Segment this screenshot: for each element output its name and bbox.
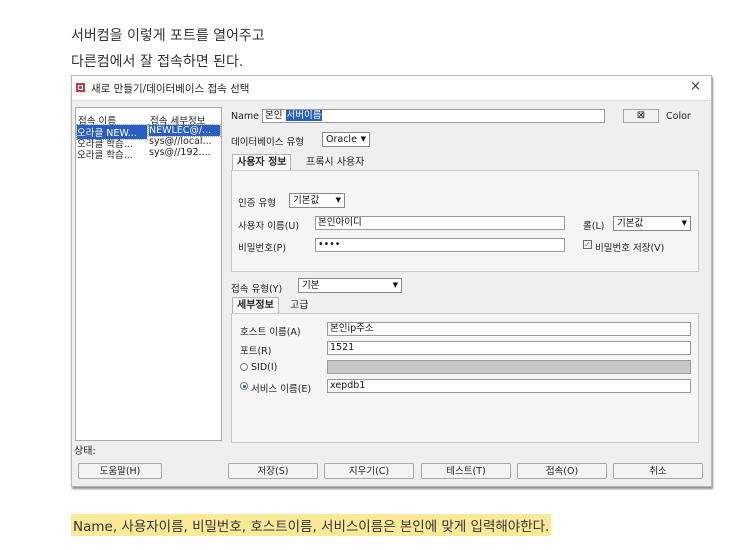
status-label: 상태: [74, 446, 96, 457]
help-button[interactable]: 도움말(H) [78, 463, 162, 479]
close-icon[interactable]: × [690, 79, 701, 94]
dialog-title: 새로 만들기/데이터베이스 접속 선택 [91, 83, 250, 95]
chevron-down-icon: ▼ [335, 196, 341, 204]
password-field[interactable]: •••• [315, 238, 565, 252]
port-label: 포트(R) [240, 346, 272, 357]
database-type-label: 데이터베이스 유형 [231, 137, 304, 148]
connect-button[interactable]: 접속(O) [517, 463, 607, 479]
chevron-down-icon: ▼ [681, 219, 687, 227]
username-label: 사용자 이름(U) [238, 221, 300, 232]
save-password-label: 비밀번호 저장(V) [595, 243, 665, 254]
clear-button[interactable]: 지우기(C) [324, 463, 414, 479]
tab-proxy-user[interactable]: 프록시 사용자 [302, 155, 368, 170]
article-line-2: 다른컴에서 잘 접속하면 된다. [71, 54, 244, 70]
role-label: 롤(L) [583, 221, 605, 232]
cancel-button[interactable]: 취소 [613, 463, 703, 479]
connection-type-label: 접속 유형(Y) [231, 284, 283, 295]
dialog-titlebar: 새로 만들기/데이터베이스 접속 선택 × [72, 76, 711, 101]
name-label: Name [231, 111, 260, 122]
database-connection-icon [76, 83, 85, 92]
connection-type-select[interactable]: 기본 ▼ [298, 278, 402, 293]
connection-name: 오라클 학습... [77, 150, 133, 161]
password-label: 비밀번호(P) [238, 243, 287, 254]
username-field[interactable]: 본인아이디 [315, 216, 565, 230]
color-label: Color [666, 111, 691, 122]
article-caption: Name, 사용자이름, 비밀번호, 호스트이름, 서비스이름은 본인에 맞게 … [71, 514, 552, 536]
auth-type-label: 인증 유형 [238, 198, 276, 209]
new-connection-dialog: 새로 만들기/데이터베이스 접속 선택 × 접속 이름 접속 세부정보 오라클 … [71, 75, 712, 487]
connection-detail: sys@//192.... [149, 147, 211, 158]
auth-type-value: 기본값 [293, 195, 320, 206]
connection-type-value: 기본 [302, 280, 320, 291]
port-field[interactable]: 1521 [327, 341, 691, 355]
connection-detail: sys@//local... [149, 136, 212, 147]
name-value-selected: 서버이름 [285, 110, 323, 121]
article-line-1: 서버컴을 이렇게 포트를 열어주고 [71, 28, 265, 44]
chevron-down-icon: ▼ [392, 281, 398, 289]
save-button[interactable]: 저장(S) [228, 463, 318, 479]
service-name-label: 서비스 이름(E) [251, 384, 312, 395]
sid-radio[interactable] [240, 363, 248, 371]
role-value: 기본값 [617, 218, 644, 229]
role-select[interactable]: 기본값 ▼ [613, 216, 691, 231]
connection-list[interactable]: 접속 이름 접속 세부정보 오라클 NEW... NEWLEC@/... 오라클… [75, 107, 222, 441]
connection-detail: NEWLEC@/... [148, 124, 221, 137]
host-name-field[interactable]: 본인ip주소 [327, 322, 691, 336]
list-item[interactable]: 오라클 학습... sys@//192.... [76, 147, 221, 161]
list-item[interactable]: 오라클 학습... sys@//local... [76, 136, 221, 150]
color-picker-button[interactable]: ⊠ [623, 109, 659, 123]
name-value-plain: 본인 [265, 110, 283, 121]
list-item[interactable]: 오라클 NEW... NEWLEC@/... [76, 124, 221, 140]
service-name-field[interactable]: xepdb1 [327, 379, 691, 393]
tab-advanced[interactable]: 고급 [286, 298, 312, 313]
tab-details[interactable]: 세부정보 [232, 297, 279, 313]
connection-name-field[interactable]: 본인 서버이름 [262, 109, 605, 123]
test-button[interactable]: 테스트(T) [421, 463, 511, 479]
database-type-value: Oracle [326, 134, 357, 145]
sid-label: SID(I) [251, 362, 278, 373]
save-password-checkbox[interactable]: ✓ [583, 240, 592, 249]
color-swatch-icon: ⊠ [636, 110, 646, 121]
service-name-radio[interactable] [240, 382, 248, 390]
host-name-label: 호스트 이름(A) [240, 327, 301, 338]
sid-field [327, 360, 691, 374]
auth-type-select[interactable]: 기본값 ▼ [289, 193, 345, 208]
database-type-select[interactable]: Oracle ▼ [322, 132, 370, 147]
chevron-down-icon: ▼ [360, 135, 366, 143]
tab-user-info[interactable]: 사용자 정보 [232, 154, 292, 170]
